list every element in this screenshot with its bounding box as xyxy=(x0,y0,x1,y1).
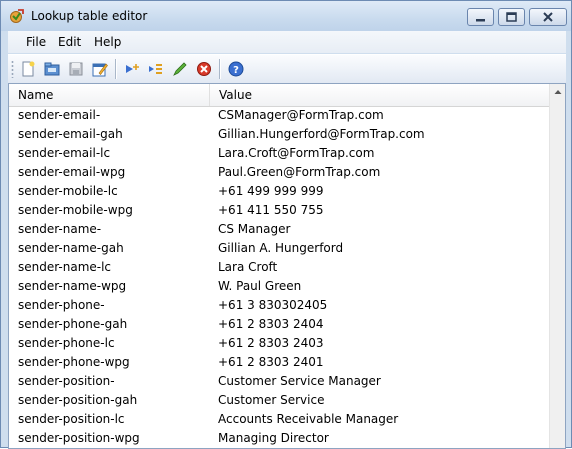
cell-name[interactable]: sender-position-gah xyxy=(18,391,137,410)
app-icon xyxy=(9,8,25,24)
cell-value[interactable]: Managing Director xyxy=(218,429,329,448)
maximize-button[interactable] xyxy=(498,8,525,26)
toolbar: ? xyxy=(8,54,566,83)
cell-value[interactable]: +61 411 550 755 xyxy=(218,201,323,220)
table-row[interactable]: sender-email-gah Gillian.Hungerford@FormT… xyxy=(9,125,549,144)
save-icon xyxy=(69,62,83,76)
table-row[interactable]: sender-position-wpg Managing Director xyxy=(9,429,549,448)
insert-row-icon xyxy=(149,64,162,74)
table-row[interactable]: sender-name-lc Lara Croft xyxy=(9,258,549,277)
cell-value[interactable]: Customer Service Manager xyxy=(218,372,381,391)
table-row[interactable]: sender-mobile-wpg +61 411 550 755 xyxy=(9,201,549,220)
close-button[interactable] xyxy=(529,8,567,26)
add-row-icon xyxy=(126,64,139,73)
table-row[interactable]: sender-mobile-lc +61 499 999 999 xyxy=(9,182,549,201)
cell-name[interactable]: sender-phone-gah xyxy=(18,315,127,334)
menu-file[interactable]: File xyxy=(26,35,46,49)
table-row[interactable]: sender-phone- +61 3 830302405 xyxy=(9,296,549,315)
table-row[interactable]: sender-position-gah Customer Service xyxy=(9,391,549,410)
cell-name[interactable]: sender-position- xyxy=(18,372,115,391)
column-header-value[interactable]: Value xyxy=(210,84,549,106)
toolbar-separator xyxy=(115,59,117,79)
toolbar-separator xyxy=(219,59,221,79)
table-row[interactable]: sender-name-gah Gillian A. Hungerford xyxy=(9,239,549,258)
cell-value[interactable]: Paul.Green@FormTrap.com xyxy=(218,163,380,182)
cell-name[interactable]: sender-phone-lc xyxy=(18,334,115,353)
cell-name[interactable]: sender-email-wpg xyxy=(18,163,125,182)
table-row[interactable]: sender-phone-gah +61 2 8303 2404 xyxy=(9,315,549,334)
delete-icon xyxy=(197,62,211,76)
cell-value[interactable]: +61 2 8303 2403 xyxy=(218,334,323,353)
properties-button[interactable] xyxy=(90,59,110,79)
menu-bar: File Edit Help xyxy=(8,31,566,53)
title-bar[interactable]: Lookup table editor xyxy=(1,1,571,31)
table-row[interactable]: sender-name- CS Manager xyxy=(9,220,549,239)
cell-value[interactable]: Gillian.Hungerford@FormTrap.com xyxy=(218,125,425,144)
cell-value[interactable]: Lara Croft xyxy=(218,258,277,277)
cell-name[interactable]: sender-name- xyxy=(18,220,101,239)
table-row[interactable]: sender-name-wpg W. Paul Green xyxy=(9,277,549,296)
grid-rows: sender-email- CSManager@FormTrap.com send… xyxy=(9,106,549,448)
cell-value[interactable]: W. Paul Green xyxy=(218,277,301,296)
lookup-table-editor-window: Lookup table editor File Edit Help ? Nam… xyxy=(0,0,572,449)
cell-name[interactable]: sender-position-wpg xyxy=(18,429,140,448)
cell-value[interactable]: +61 499 999 999 xyxy=(218,182,323,201)
add-row-button[interactable] xyxy=(122,59,142,79)
edit-pencil-icon xyxy=(173,62,187,76)
svg-text:?: ? xyxy=(233,65,239,76)
close-icon xyxy=(543,12,553,22)
cell-value[interactable]: +61 2 8303 2401 xyxy=(218,353,323,372)
cell-value[interactable]: +61 3 830302405 xyxy=(218,296,327,315)
open-folder-icon xyxy=(44,62,60,76)
window-title: Lookup table editor xyxy=(31,9,148,23)
cell-name[interactable]: sender-name-lc xyxy=(18,258,111,277)
insert-row-button[interactable] xyxy=(146,59,166,79)
cell-value[interactable]: Lara.Croft@FormTrap.com xyxy=(218,144,374,163)
open-button[interactable] xyxy=(42,59,62,79)
new-file-icon xyxy=(22,61,35,77)
cell-name[interactable]: sender-mobile-wpg xyxy=(18,201,133,220)
vertical-scrollbar[interactable] xyxy=(549,84,566,448)
cell-name[interactable]: sender-email-gah xyxy=(18,125,123,144)
cell-name[interactable]: sender-mobile-lc xyxy=(18,182,118,201)
cell-name[interactable]: sender-email-lc xyxy=(18,144,110,163)
cell-name[interactable]: sender-phone-wpg xyxy=(18,353,130,372)
help-button[interactable]: ? xyxy=(226,59,246,79)
delete-button[interactable] xyxy=(194,59,214,79)
minimize-icon xyxy=(476,19,485,22)
cell-name[interactable]: sender-email- xyxy=(18,106,100,125)
help-icon: ? xyxy=(228,61,244,77)
column-header-name[interactable]: Name xyxy=(9,84,210,106)
cell-value[interactable]: CSManager@FormTrap.com xyxy=(218,106,384,125)
cell-name[interactable]: sender-position-lc xyxy=(18,410,125,429)
menu-edit[interactable]: Edit xyxy=(58,35,81,49)
cell-value[interactable]: CS Manager xyxy=(218,220,290,239)
save-button[interactable] xyxy=(66,59,86,79)
cell-name[interactable]: sender-name-gah xyxy=(18,239,124,258)
scroll-up-arrow-icon[interactable] xyxy=(550,84,566,100)
menu-help[interactable]: Help xyxy=(94,35,121,49)
cell-name[interactable]: sender-name-wpg xyxy=(18,277,126,296)
grid-header: Name Value xyxy=(9,84,549,107)
table-row[interactable]: sender-phone-wpg +61 2 8303 2401 xyxy=(9,353,549,372)
maximize-icon xyxy=(506,12,517,22)
table-row[interactable]: sender-phone-lc +61 2 8303 2403 xyxy=(9,334,549,353)
lookup-table-grid: Name Value sender-email- CSManager@FormTr… xyxy=(8,83,566,449)
table-row[interactable]: sender-position- Customer Service Manager xyxy=(9,372,549,391)
table-row[interactable]: sender-position-lc Accounts Receivable Ma… xyxy=(9,410,549,429)
edit-button[interactable] xyxy=(170,59,190,79)
cell-value[interactable]: Customer Service xyxy=(218,391,324,410)
cell-value[interactable]: +61 2 8303 2404 xyxy=(218,315,323,334)
cell-name[interactable]: sender-phone- xyxy=(18,296,105,315)
table-row[interactable]: sender-email- CSManager@FormTrap.com xyxy=(9,106,549,125)
edit-properties-icon xyxy=(92,63,108,77)
cell-value[interactable]: Gillian A. Hungerford xyxy=(218,239,343,258)
minimize-button[interactable] xyxy=(467,8,494,26)
cell-value[interactable]: Accounts Receivable Manager xyxy=(218,410,398,429)
toolbar-grip[interactable] xyxy=(11,60,14,78)
table-row[interactable]: sender-email-wpg Paul.Green@FormTrap.com xyxy=(9,163,549,182)
new-button[interactable] xyxy=(18,59,38,79)
table-row[interactable]: sender-email-lc Lara.Croft@FormTrap.com xyxy=(9,144,549,163)
